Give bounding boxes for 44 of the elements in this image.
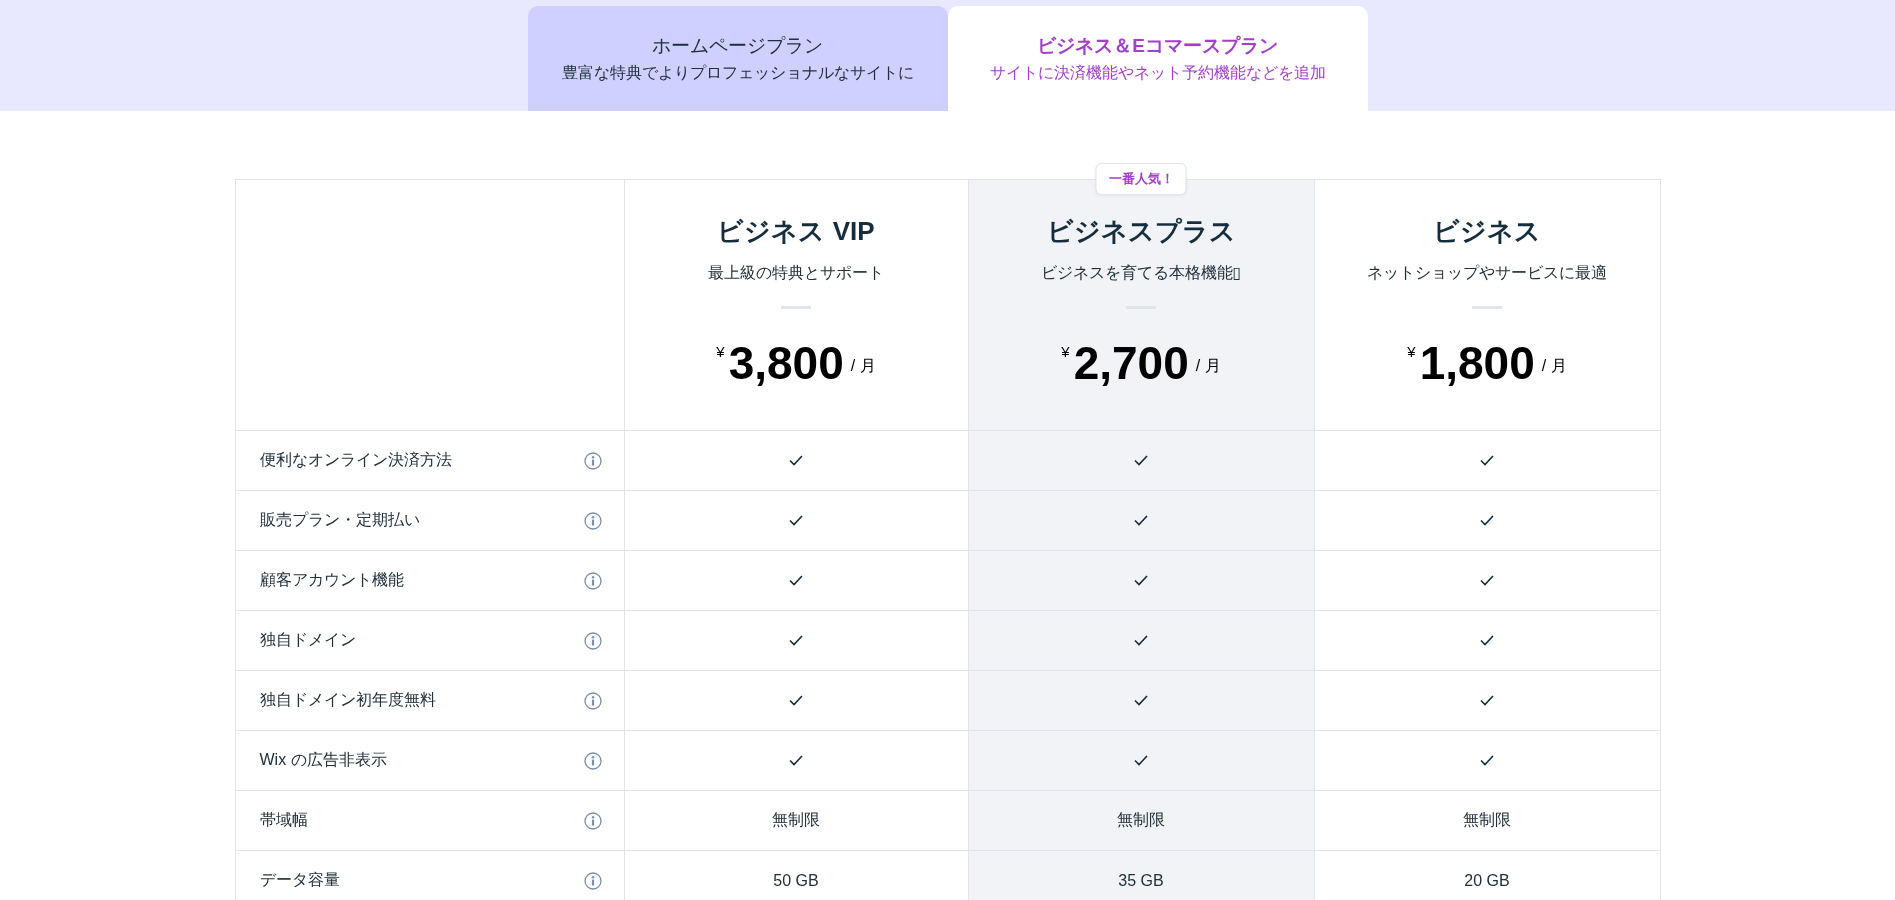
plan-price: 1,800 <box>1419 337 1535 389</box>
tab-subtitle: 豊富な特典でよりプロフェッショナルなサイトに <box>561 63 914 83</box>
feature-label: 販売プラン・定期払い <box>259 510 420 530</box>
feature-value: 無制限 <box>772 810 820 830</box>
plan-price: 3,800 <box>728 337 844 389</box>
feature-value: 無制限 <box>1117 810 1165 830</box>
info-icon[interactable] <box>583 871 602 890</box>
info-icon[interactable] <box>583 571 602 590</box>
feature-value: 35 GB <box>1118 871 1164 890</box>
plan-price: 2,700 <box>1073 337 1189 389</box>
info-icon[interactable] <box>583 451 602 470</box>
feature-label: 独自ドメイン初年度無料 <box>259 690 436 710</box>
info-icon[interactable] <box>583 631 602 650</box>
feature-label: Wix の広告非表示 <box>259 750 387 770</box>
plan-name: ビジネスプラス <box>1046 215 1236 248</box>
price-period: / 月 <box>850 355 876 376</box>
plan-description: ビジネスを育てる本格機能▯ <box>1040 263 1242 283</box>
feature-label: データ容量 <box>259 870 340 890</box>
feature-label: 顧客アカウント機能 <box>259 570 404 590</box>
info-icon[interactable] <box>583 751 602 770</box>
currency-symbol: ¥ <box>1061 343 1070 360</box>
info-icon[interactable] <box>583 811 602 830</box>
price-period: / 月 <box>1541 355 1567 376</box>
price-period: / 月 <box>1195 355 1221 376</box>
tab-subtitle: サイトに決済機能やネット予約機能などを追加 <box>989 63 1326 83</box>
plan-description: 最上級の特典とサポート <box>708 263 884 283</box>
plan-name: ビジネス VIP <box>717 215 875 248</box>
popular-badge: 一番人気！ <box>1095 163 1187 195</box>
feature-value: 50 GB <box>773 871 819 890</box>
feature-label: 便利なオンライン決済方法 <box>259 450 452 470</box>
feature-value: 20 GB <box>1464 871 1510 890</box>
feature-label: 帯域幅 <box>259 810 308 830</box>
tab-title: ホームページプラン <box>652 34 823 58</box>
plan-tab[interactable]: ビジネス＆Eコマースプラン サイトに決済機能やネット予約機能などを追加 <box>947 6 1368 111</box>
info-icon[interactable] <box>583 691 602 710</box>
currency-symbol: ¥ <box>1407 343 1416 360</box>
feature-value: 無制限 <box>1463 810 1511 830</box>
plan-description: ネットショップやサービスに最適 <box>1367 263 1607 283</box>
info-icon[interactable] <box>583 511 602 530</box>
currency-symbol: ¥ <box>716 343 725 360</box>
plan-name: ビジネス <box>1433 215 1541 248</box>
feature-label: 独自ドメイン <box>259 630 356 650</box>
plan-tab[interactable]: ホームページプラン 豊富な特典でよりプロフェッショナルなサイトに <box>527 6 948 111</box>
tab-title: ビジネス＆Eコマースプラン <box>1037 34 1278 58</box>
